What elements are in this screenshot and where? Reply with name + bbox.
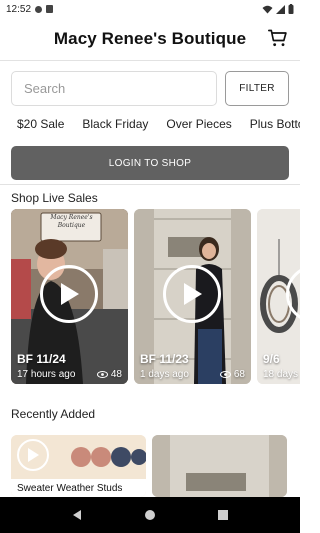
view-count-value: 48 xyxy=(110,369,122,380)
signal-icon xyxy=(276,4,285,14)
wifi-icon xyxy=(262,5,273,13)
status-time: 12:52 xyxy=(6,3,32,15)
live-sale-time: 1 days ago xyxy=(140,369,189,380)
header-divider xyxy=(0,60,300,61)
live-sale-card[interactable]: BF 11/23 1 days ago 68 xyxy=(134,209,251,384)
live-sale-time: 17 hours ago xyxy=(17,369,76,380)
filter-label: FILTER xyxy=(239,83,275,94)
play-button[interactable] xyxy=(17,439,49,471)
recents-icon[interactable] xyxy=(217,509,229,521)
view-count: 68 xyxy=(219,369,245,380)
live-sale-label: BF 11/24 xyxy=(17,352,66,366)
store-title: Macy Renee's Boutique xyxy=(53,29,247,48)
play-icon xyxy=(61,283,79,305)
status-bar: 12:52 xyxy=(0,0,300,18)
live-sale-time: 18 days xyxy=(263,369,299,380)
search-input[interactable]: Search xyxy=(11,71,217,106)
category-chips: $20 Sale Black Friday Over Pieces Plus B… xyxy=(17,117,300,135)
chip-plus-bottoms[interactable]: Plus Botto xyxy=(250,117,300,135)
battery-icon xyxy=(288,4,294,14)
status-right xyxy=(262,4,294,14)
cart-icon[interactable] xyxy=(268,28,288,48)
recent-product-card[interactable] xyxy=(152,435,287,497)
section-divider xyxy=(0,184,300,185)
eye-icon xyxy=(96,371,108,378)
product-thumbnail xyxy=(152,435,287,497)
back-icon[interactable] xyxy=(71,509,83,521)
notification-icon xyxy=(35,5,43,13)
live-sale-label: 9/6 xyxy=(263,352,280,366)
live-sale-card[interactable]: Macy Renee's Boutique BF 11/24 17 hours … xyxy=(11,209,128,384)
login-label: LOGIN TO SHOP xyxy=(108,157,192,169)
system-nav-bar xyxy=(0,497,300,533)
view-count-value: 68 xyxy=(233,369,245,380)
recently-added-carousel: Sweater Weather Studs xyxy=(11,435,300,497)
chip-20-sale[interactable]: $20 Sale xyxy=(17,117,64,135)
play-button[interactable] xyxy=(163,265,221,323)
status-left: 12:52 xyxy=(6,3,54,15)
live-sale-card[interactable]: 9/6 18 days xyxy=(257,209,300,384)
login-to-shop-button[interactable]: LOGIN TO SHOP xyxy=(11,146,289,180)
live-sales-title: Shop Live Sales xyxy=(11,191,98,205)
app-header: Macy Renee's Boutique xyxy=(0,18,300,60)
live-sale-label: BF 11/23 xyxy=(140,352,189,366)
product-name: Sweater Weather Studs xyxy=(17,483,123,494)
sign-text: Macy Renee's Boutique xyxy=(50,214,93,229)
play-icon xyxy=(28,448,39,462)
search-row: Search FILTER xyxy=(11,71,289,107)
recent-product-card[interactable]: Sweater Weather Studs xyxy=(11,435,146,497)
chip-over-pieces[interactable]: Over Pieces xyxy=(166,117,231,135)
view-count: 48 xyxy=(96,369,122,380)
search-placeholder: Search xyxy=(24,81,66,96)
eye-icon xyxy=(219,371,231,378)
live-sales-carousel: Macy Renee's Boutique BF 11/24 17 hours … xyxy=(11,209,300,384)
play-icon xyxy=(184,283,202,305)
filter-button[interactable]: FILTER xyxy=(225,71,289,106)
play-button[interactable] xyxy=(40,265,98,323)
recently-added-title: Recently Added xyxy=(11,407,96,421)
chip-black-friday[interactable]: Black Friday xyxy=(82,117,148,135)
sim-icon xyxy=(46,5,54,13)
home-icon[interactable] xyxy=(144,509,156,521)
